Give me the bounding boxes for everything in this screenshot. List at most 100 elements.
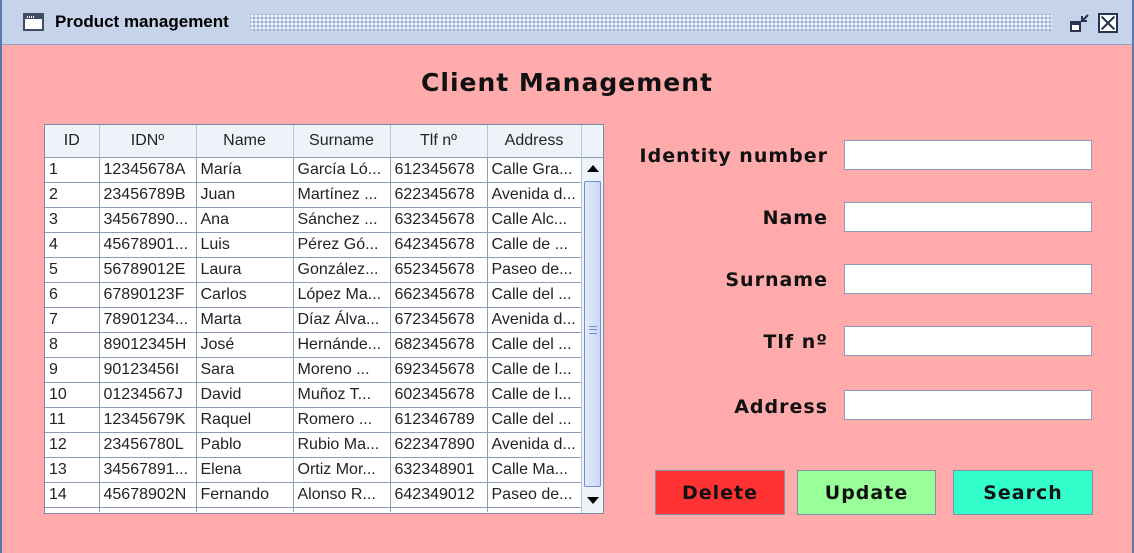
cell-name[interactable]: Sara (196, 357, 294, 383)
cell-surname[interactable]: Moreno ... (293, 357, 391, 383)
search-button[interactable]: Search (953, 470, 1093, 515)
cell-idn[interactable]: 12345678A (99, 157, 197, 183)
cell-address[interactable]: Calle de l... (487, 357, 582, 383)
table-row[interactable]: 14 45678902N Fernando Alonso R... 642349012 P… (45, 482, 582, 508)
cell-name[interactable]: José (196, 332, 294, 358)
clients-grid[interactable]: ID IDNº Name Surname Tlf nº Address 1 123… (45, 125, 582, 512)
cell-id[interactable]: 7 (45, 307, 100, 333)
title-bar[interactable]: Product management (2, 0, 1132, 45)
table-row[interactable]: 5 56789012E Laura González... 652345678 Paseo… (45, 257, 582, 283)
cell-tlf[interactable]: 692345678 (390, 357, 488, 383)
cell-id[interactable]: 13 (45, 457, 100, 483)
cell-surname[interactable]: Sánchez ... (293, 207, 391, 233)
cell-idn[interactable]: 12345679K (99, 407, 197, 433)
cell-tlf[interactable]: 602345678 (390, 382, 488, 408)
table-row[interactable]: 12 23456780L Pablo Rubio Ma... 622347890 Aven… (45, 432, 582, 458)
cell-id[interactable]: 8 (45, 332, 100, 358)
cell-id[interactable]: 12 (45, 432, 100, 458)
clients-table[interactable]: ID IDNº Name Surname Tlf nº Address 1 123… (44, 124, 604, 514)
cell-name[interactable]: Laura (196, 257, 294, 283)
cell-idn[interactable]: 45678902N (99, 482, 197, 508)
column-header-name[interactable]: Name (196, 125, 294, 158)
cell-address[interactable]: Avenida d... (487, 432, 582, 458)
cell-address[interactable]: Calle del ... (487, 332, 582, 358)
cell-address[interactable]: Calle del ... (487, 407, 582, 433)
table-row[interactable]: 7 78901234... Marta Díaz Álva... 672345678 Av… (45, 307, 582, 333)
cell-surname[interactable]: García Ló... (293, 157, 391, 183)
cell-idn[interactable]: 90123456I (99, 357, 197, 383)
cell-surname[interactable]: López Ma... (293, 282, 391, 308)
column-header-address[interactable]: Address (487, 125, 582, 158)
cell-tlf[interactable]: 642345678 (390, 232, 488, 258)
cell-surname[interactable]: Díaz Álva... (293, 307, 391, 333)
table-row[interactable]: 6 67890123F Carlos López Ma... 662345678 Call… (45, 282, 582, 308)
cell-id[interactable]: 4 (45, 232, 100, 258)
restore-icon[interactable] (1070, 13, 1090, 33)
surname-input[interactable] (844, 264, 1092, 294)
cell-idn[interactable]: 23456780L (99, 432, 197, 458)
table-row[interactable]: 3 34567890... Ana Sánchez ... 632345678 Calle… (45, 207, 582, 233)
cell-address[interactable]: Avenida d... (487, 307, 582, 333)
cell-surname[interactable]: Romero ... (293, 407, 391, 433)
cell-id[interactable]: 3 (45, 207, 100, 233)
cell-name[interactable]: Raquel (196, 407, 294, 433)
cell-address[interactable]: Calle Ma... (487, 457, 582, 483)
cell-tlf[interactable]: 662345678 (390, 282, 488, 308)
column-header-tlf[interactable]: Tlf nº (390, 125, 488, 158)
cell-surname[interactable]: Pérez Gó... (293, 232, 391, 258)
cell-address[interactable]: Calle de l... (487, 382, 582, 408)
cell-idn[interactable]: 78901234... (99, 307, 197, 333)
cell-name[interactable]: Luis (196, 232, 294, 258)
cell-name[interactable]: Juan (196, 182, 294, 208)
cell-tlf[interactable]: 612346789 (390, 407, 488, 433)
cell-idn[interactable]: 45678901... (99, 232, 197, 258)
table-row[interactable]: 1 12345678A María García Ló... 612345678 Call… (45, 157, 582, 183)
table-row[interactable]: 10 01234567J David Muñoz T... 602345678 Calle… (45, 382, 582, 408)
table-row[interactable]: 9 90123456I Sara Moreno ... 692345678 Calle d… (45, 357, 582, 383)
cell-tlf[interactable]: 612345678 (390, 157, 488, 183)
scroll-up-arrow-icon[interactable] (584, 159, 602, 179)
cell-name[interactable]: María (196, 157, 294, 183)
cell-id[interactable]: 9 (45, 357, 100, 383)
cell-idn[interactable]: 01234567J (99, 382, 197, 408)
cell-name[interactable]: Carlos (196, 282, 294, 308)
table-row[interactable]: 13 34567891... Elena Ortiz Mor... 632348901 C… (45, 457, 582, 483)
cell-surname[interactable]: Muñoz T... (293, 382, 391, 408)
cell-tlf[interactable]: 622345678 (390, 182, 488, 208)
cell-surname[interactable]: Ortiz Mor... (293, 457, 391, 483)
cell-id[interactable]: 11 (45, 407, 100, 433)
table-row[interactable]: 11 12345679K Raquel Romero ... 612346789 Call… (45, 407, 582, 433)
cell-id[interactable]: 1 (45, 157, 100, 183)
cell-idn[interactable]: 89012345H (99, 332, 197, 358)
column-header-id[interactable]: ID (45, 125, 100, 158)
cell-surname[interactable]: Alonso R... (293, 482, 391, 508)
tlf-input[interactable] (844, 326, 1092, 356)
column-header-surname[interactable]: Surname (293, 125, 391, 158)
cell-surname[interactable]: Rubio Ma... (293, 432, 391, 458)
cell-idn[interactable]: 34567891... (99, 457, 197, 483)
table-scrollbar[interactable] (581, 125, 603, 513)
cell-id[interactable]: 2 (45, 182, 100, 208)
cell-tlf[interactable]: 672345678 (390, 307, 488, 333)
column-header-idn[interactable]: IDNº (99, 125, 197, 158)
cell-tlf[interactable]: 642349012 (390, 482, 488, 508)
cell-idn[interactable]: 56789012E (99, 257, 197, 283)
cell-address[interactable]: Paseo de... (487, 482, 582, 508)
cell-address[interactable]: Calle del ... (487, 282, 582, 308)
name-input[interactable] (844, 202, 1092, 232)
address-input[interactable] (844, 390, 1092, 420)
table-row[interactable]: 2 23456789B Juan Martínez ... 622345678 Aveni… (45, 182, 582, 208)
cell-tlf[interactable]: 652345678 (390, 257, 488, 283)
cell-name[interactable]: Elena (196, 457, 294, 483)
cell-surname[interactable]: González... (293, 257, 391, 283)
cell-idn[interactable]: 23456789B (99, 182, 197, 208)
cell-name[interactable]: David (196, 382, 294, 408)
close-icon[interactable] (1098, 13, 1118, 33)
scroll-thumb[interactable] (584, 181, 601, 487)
table-row[interactable]: 8 89012345H José Hernánde... 682345678 Calle … (45, 332, 582, 358)
cell-address[interactable]: Avenida d... (487, 182, 582, 208)
cell-id[interactable]: 10 (45, 382, 100, 408)
cell-address[interactable]: Calle Alc... (487, 207, 582, 233)
cell-name[interactable]: Ana (196, 207, 294, 233)
cell-address[interactable]: Paseo de... (487, 257, 582, 283)
